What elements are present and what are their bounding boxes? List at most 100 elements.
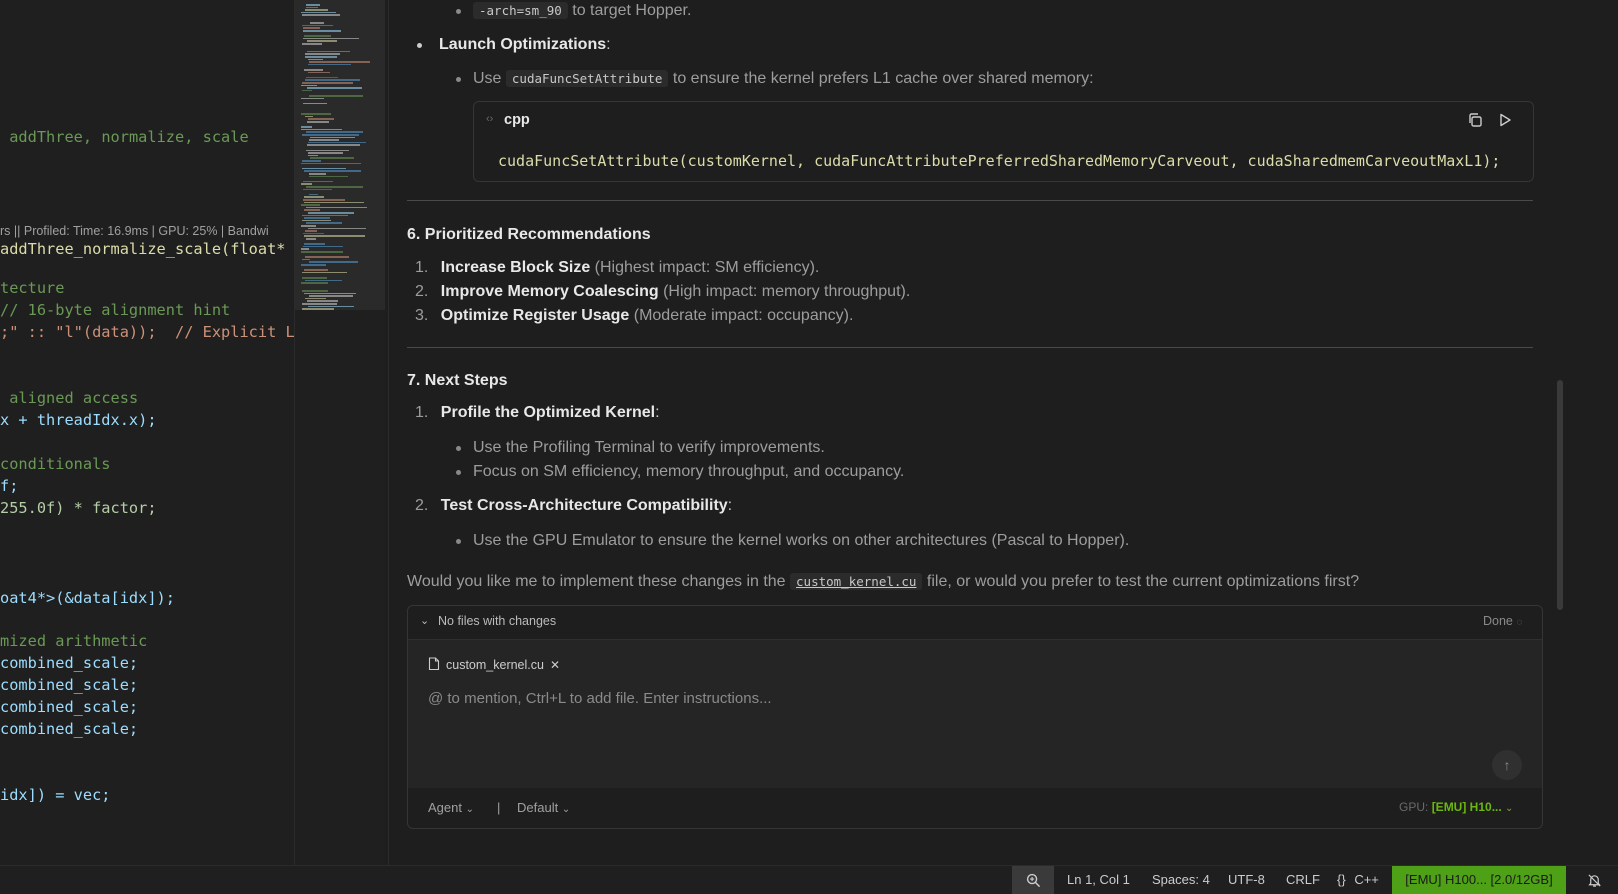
minimap-line	[304, 69, 323, 71]
minimap-line	[305, 279, 342, 282]
minimap-line	[301, 11, 336, 14]
list-item: -arch=sm_90 to target Hopper.	[473, 2, 691, 20]
minimap-line	[301, 128, 342, 131]
copy-icon[interactable]	[1466, 112, 1484, 130]
list-item: 1. Profile the Optimized Kernel:	[415, 404, 660, 421]
minimap-line	[308, 63, 351, 66]
minimap-line	[302, 214, 348, 217]
minimap-line	[303, 102, 327, 105]
file-link[interactable]: custom_kernel.cu	[790, 573, 923, 590]
minimap-line	[304, 235, 365, 237]
minimap-line	[306, 206, 367, 209]
minimap-line	[301, 113, 331, 115]
chat-input[interactable]: @ to mention, Ctrl+L to add file. Enter …	[428, 690, 772, 707]
minimap-line	[302, 89, 312, 92]
code-line: ;" :: "l"(data)); // Explicit L	[0, 323, 294, 341]
minimap-line	[302, 82, 353, 84]
code-line: oat4*>(&data[idx]);	[0, 589, 175, 607]
divider	[407, 347, 1533, 348]
minimap-line	[308, 305, 354, 308]
zoom-button[interactable]	[1012, 866, 1054, 894]
minimap-line	[303, 180, 333, 183]
changes-label: No files with changes	[438, 614, 557, 628]
run-icon[interactable]	[1496, 112, 1514, 130]
bullet	[456, 470, 461, 475]
minimap-line	[308, 152, 343, 154]
list-item: 2. Improve Memory Coalescing (High impac…	[415, 283, 911, 300]
minimap-line	[309, 193, 318, 196]
minimap-line	[302, 14, 340, 16]
done-button[interactable]: Done ◌	[1483, 614, 1522, 628]
minimap-line	[303, 27, 320, 29]
minimap-line	[307, 300, 338, 302]
minimap-line	[302, 134, 359, 136]
indentation[interactable]: Spaces: 4	[1152, 866, 1210, 894]
code-line: x + threadIdx.x);	[0, 411, 157, 429]
cursor-position[interactable]: Ln 1, Col 1	[1067, 866, 1130, 894]
model-dropdown[interactable]: Default ⌄	[517, 800, 570, 815]
mode-dropdown[interactable]: Agent ⌄	[428, 800, 474, 815]
clock-icon: ◌	[1516, 617, 1523, 628]
minimap-line	[305, 9, 328, 11]
code-language: cpp	[504, 112, 530, 128]
separator: |	[497, 800, 501, 815]
minimap-line	[302, 219, 331, 222]
code-line: mized arithmetic	[0, 632, 148, 650]
section-heading: 6. Prioritized Recommendations	[407, 226, 651, 243]
scrollbar[interactable]	[1557, 380, 1563, 610]
chevron-icon[interactable]: ‹›	[486, 113, 493, 125]
minimap-line	[302, 271, 347, 274]
code-line: idx]) = vec;	[0, 786, 111, 804]
minimap-line	[301, 251, 343, 253]
minimap-line	[309, 261, 358, 263]
chevron-down-icon[interactable]: ⌄	[420, 614, 429, 627]
gpu-status-badge[interactable]: [EMU] H100... [2.0/12GB]	[1392, 866, 1566, 894]
list-item: Use the Profiling Terminal to verify imp…	[473, 439, 825, 456]
bullet	[456, 77, 461, 82]
code-editor[interactable]: addThree, normalize, scale rs || Profile…	[0, 0, 294, 865]
minimap-line	[304, 201, 364, 204]
close-icon[interactable]: ✕	[550, 658, 560, 672]
code-line: addThree, normalize, scale	[9, 128, 249, 146]
code-line: combined_scale;	[0, 698, 139, 716]
list-item: Focus on SM efficiency, memory throughpu…	[473, 463, 905, 480]
minimap-line	[305, 256, 349, 258]
list-item: Use the GPU Emulator to ensure the kerne…	[473, 532, 1130, 549]
profiling-codelens[interactable]: rs || Profiled: Time: 16.9ms | GPU: 25% …	[0, 224, 269, 238]
code-line: tecture	[0, 279, 65, 297]
code-line: combined_scale;	[0, 654, 139, 672]
send-button[interactable]: ↑	[1492, 750, 1522, 780]
minimap-line	[306, 238, 316, 240]
encoding[interactable]: UTF-8	[1228, 866, 1265, 894]
minimap[interactable]	[294, 0, 385, 865]
minimap-line	[304, 209, 320, 211]
minimap-line	[306, 186, 363, 188]
composer-footer: Agent ⌄ | Default ⌄ GPU: [EMU] H10... ⌄	[408, 794, 1542, 824]
code-line: 255.0f) * factor;	[0, 499, 157, 517]
minimap-line	[302, 167, 346, 170]
minimap-line	[308, 154, 318, 157]
gpu-selector[interactable]: GPU: [EMU] H10... ⌄	[1399, 800, 1513, 814]
changes-header[interactable]: ⌄ No files with changes Done ◌	[408, 606, 1542, 638]
code-line: // 16-byte alignment hint	[0, 301, 231, 319]
minimap-line	[302, 290, 328, 292]
status-bar: Ln 1, Col 1 Spaces: 4 UTF-8 CRLF {} C++ …	[0, 865, 1618, 894]
minimap-line	[306, 6, 318, 9]
line-ending[interactable]: CRLF	[1286, 866, 1320, 894]
language-mode[interactable]: {} C++	[1337, 866, 1379, 894]
minimap-line	[302, 43, 322, 45]
minimap-line	[305, 115, 313, 118]
minimap-line	[310, 136, 355, 139]
minimap-line	[303, 245, 343, 248]
minimap-line	[305, 56, 337, 58]
minimap-line	[303, 30, 341, 32]
code-snippet: cudaFuncSetAttribute(customKernel, cudaF…	[498, 152, 1501, 170]
minimap-line	[308, 212, 354, 214]
file-chip-label: custom_kernel.cu	[446, 658, 544, 672]
notifications-icon[interactable]	[1582, 866, 1606, 894]
minimap-line	[304, 243, 325, 245]
file-chip[interactable]: custom_kernel.cu ✕	[428, 653, 560, 677]
composer-input-area[interactable]: custom_kernel.cu ✕ @ to mention, Ctrl+L …	[408, 639, 1542, 788]
bullet	[417, 43, 422, 48]
minimap-line	[301, 248, 309, 250]
